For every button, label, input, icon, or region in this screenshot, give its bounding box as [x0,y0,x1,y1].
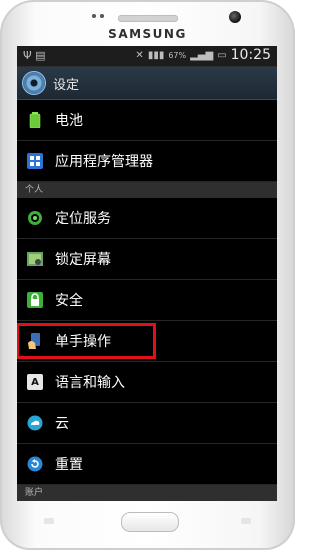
location-icon [27,210,43,226]
settings-item-label: 锁定屏幕 [55,252,111,268]
reset-icon [27,456,43,472]
settings-item-lock-screen[interactable]: 锁定屏幕 [17,239,277,280]
menu-key[interactable] [44,518,54,524]
back-key[interactable] [241,518,251,524]
settings-item-security[interactable]: 安全 [17,280,277,321]
settings-item-battery[interactable]: 电池 [17,100,277,141]
settings-item-label: 定位服务 [55,211,111,227]
sensor [100,14,104,18]
settings-item-location[interactable]: 定位服务 [17,198,277,239]
section-header-personal: 个人 [17,182,277,198]
settings-header: 设定 [17,67,277,100]
settings-item-cloud[interactable]: 云 [17,403,277,444]
padlock-icon [27,292,43,308]
settings-item-app-manager[interactable]: 应用程序管理器 [17,141,277,182]
lock-screen-icon [27,251,43,267]
one-hand-icon [27,333,43,349]
status-bar: Ψ ▤ ✕ ▮▮▮ 67% ▂▄▆ ▭ 10:25 [17,46,277,67]
section-header-accounts: 账户 [17,485,277,501]
settings-item-reset[interactable]: 重置 [17,444,277,485]
settings-item-label: 语言和输入 [55,375,125,391]
battery-icon [27,112,43,128]
signal-icon: ▮▮▮ [147,49,165,61]
earpiece [118,15,178,22]
settings-item-label: 单手操作 [55,334,111,350]
sensor [92,14,96,18]
usb-icon: Ψ ▤ [23,49,46,62]
settings-item-label: 重置 [55,457,83,473]
screen: Ψ ▤ ✕ ▮▮▮ 67% ▂▄▆ ▭ 10:25 设定 电池 应用程序管理器 … [17,46,277,501]
settings-item-label: 应用程序管理器 [55,154,153,170]
gear-icon [23,72,45,94]
page-title: 设定 [53,77,80,93]
home-button[interactable] [121,512,179,532]
front-camera [229,11,241,23]
mute-icon: ✕ [135,49,144,61]
signal-bars-icon: ▂▄▆ [190,49,214,61]
keyboard-a-icon: A [27,374,43,390]
settings-item-label: 安全 [55,293,83,309]
clock: 10:25 [230,47,271,63]
battery-status-icon: ▭ [217,49,227,61]
brand-logo: SAMSUNG [108,27,187,41]
settings-item-language-input[interactable]: A 语言和输入 [17,362,277,403]
apps-grid-icon [27,153,43,169]
phone-frame: SAMSUNG Ψ ▤ ✕ ▮▮▮ 67% ▂▄▆ ▭ 10:25 设定 电池 … [0,0,295,550]
settings-item-label: 云 [55,416,69,432]
settings-item-one-hand[interactable]: 单手操作 [17,321,277,362]
battery-percent: 67% [168,50,187,60]
settings-item-label: 电池 [55,113,83,129]
cloud-icon [27,415,43,431]
